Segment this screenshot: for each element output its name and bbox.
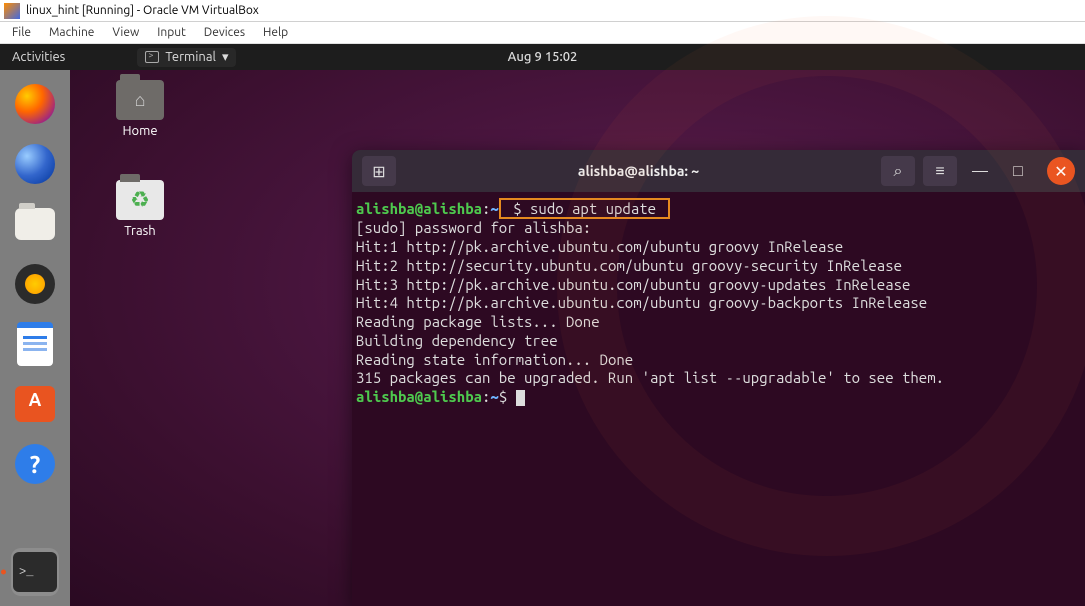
terminal-headerbar[interactable]: ⊞ alishba@alishba: ~ ⌕ ≡ — □ ✕ bbox=[352, 150, 1085, 192]
dock-writer[interactable] bbox=[11, 320, 59, 368]
virtualbox-logo-icon bbox=[4, 3, 20, 19]
prompt2-user: alishba@alishba bbox=[356, 388, 482, 405]
dock: ? >_ bbox=[0, 70, 70, 606]
menu-help[interactable]: Help bbox=[263, 26, 288, 39]
folder-icon: ⌂ bbox=[116, 80, 164, 120]
terminal-window: ⊞ alishba@alishba: ~ ⌕ ≡ — □ ✕ alishba@a… bbox=[352, 150, 1085, 606]
hamburger-menu-button[interactable]: ≡ bbox=[923, 156, 957, 186]
writer-icon bbox=[17, 322, 53, 366]
terminal-icon bbox=[145, 51, 159, 63]
rhythmbox-icon bbox=[15, 264, 55, 304]
files-icon bbox=[15, 208, 55, 240]
help-icon: ? bbox=[15, 444, 55, 484]
maximize-icon: □ bbox=[1013, 162, 1023, 181]
virtualbox-titlebar[interactable]: linux_hint [Running] - Oracle VM Virtual… bbox=[0, 0, 1085, 22]
term-line-6: Reading package lists... Done bbox=[356, 313, 600, 330]
minimize-button[interactable]: — bbox=[965, 156, 995, 186]
desktop-home-icon[interactable]: ⌂ Home bbox=[100, 80, 180, 138]
trash-icon: ♻ bbox=[116, 180, 164, 220]
prompt2-dollar: $ bbox=[499, 388, 507, 405]
term-line-7: Building dependency tree bbox=[356, 332, 558, 349]
desktop-home-label: Home bbox=[100, 124, 180, 138]
virtualbox-title: linux_hint [Running] - Oracle VM Virtual… bbox=[26, 4, 259, 17]
terminal-body[interactable]: alishba@alishba:~ $ sudo apt update [sud… bbox=[352, 192, 1085, 413]
highlighted-command: $ sudo apt update bbox=[499, 198, 671, 219]
close-button[interactable]: ✕ bbox=[1047, 157, 1075, 185]
menu-view[interactable]: View bbox=[112, 26, 139, 39]
term-line-8: Reading state information... Done bbox=[356, 351, 633, 368]
term-line-3: Hit:2 http://security.ubuntu.com/ubuntu … bbox=[356, 257, 902, 274]
thunderbird-icon bbox=[15, 144, 55, 184]
term-line-5: Hit:4 http://pk.archive.ubuntu.com/ubunt… bbox=[356, 294, 927, 311]
topbar-app-menu[interactable]: Terminal ▾ bbox=[137, 48, 236, 67]
terminal-title: alishba@alishba: ~ bbox=[404, 163, 873, 179]
new-tab-button[interactable]: ⊞ bbox=[362, 156, 396, 186]
prompt-user: alishba@alishba bbox=[356, 200, 482, 217]
dock-firefox[interactable] bbox=[11, 80, 59, 128]
close-icon: ✕ bbox=[1054, 162, 1067, 181]
search-icon: ⌕ bbox=[894, 162, 903, 181]
menu-file[interactable]: File bbox=[12, 26, 31, 39]
dock-files[interactable] bbox=[11, 200, 59, 248]
term-line-2: Hit:1 http://pk.archive.ubuntu.com/ubunt… bbox=[356, 238, 843, 255]
software-icon bbox=[15, 386, 55, 422]
dock-help[interactable]: ? bbox=[11, 440, 59, 488]
activities-button[interactable]: Activities bbox=[12, 50, 65, 64]
topbar-app-label: Terminal bbox=[165, 50, 216, 64]
dock-terminal[interactable]: >_ bbox=[11, 548, 59, 596]
home-glyph-icon: ⌂ bbox=[135, 90, 146, 111]
menu-input[interactable]: Input bbox=[157, 26, 186, 39]
maximize-button[interactable]: □ bbox=[1003, 156, 1033, 186]
desktop[interactable]: ⌂ Home ♻ Trash ⊞ alishba@alishba: ~ ⌕ ≡ … bbox=[70, 70, 1085, 606]
term-line-4: Hit:3 http://pk.archive.ubuntu.com/ubunt… bbox=[356, 276, 910, 293]
desktop-trash-label: Trash bbox=[100, 224, 180, 238]
prompt-path: ~ bbox=[490, 200, 498, 217]
desktop-trash-icon[interactable]: ♻ Trash bbox=[100, 180, 180, 238]
dock-software[interactable] bbox=[11, 380, 59, 428]
term-line-9: 315 packages can be upgraded. Run 'apt l… bbox=[356, 369, 944, 386]
term-line-1: [sudo] password for alishba: bbox=[356, 219, 591, 236]
minimize-icon: — bbox=[972, 162, 988, 180]
recycle-glyph-icon: ♻ bbox=[130, 187, 150, 213]
cursor bbox=[516, 390, 525, 406]
terminal-dock-icon: >_ bbox=[13, 552, 57, 592]
menu-machine[interactable]: Machine bbox=[49, 26, 94, 39]
vm-screen: Activities Terminal ▾ Aug 9 15:02 ? >_ ⌂… bbox=[0, 44, 1085, 606]
dock-thunderbird[interactable] bbox=[11, 140, 59, 188]
topbar-datetime[interactable]: Aug 9 15:02 bbox=[508, 50, 578, 64]
new-tab-icon: ⊞ bbox=[372, 162, 385, 181]
chevron-down-icon: ▾ bbox=[222, 50, 229, 65]
hamburger-icon: ≡ bbox=[935, 162, 944, 181]
menu-devices[interactable]: Devices bbox=[204, 26, 245, 39]
search-button[interactable]: ⌕ bbox=[881, 156, 915, 186]
prompt2-path: ~ bbox=[490, 388, 498, 405]
firefox-icon bbox=[15, 84, 55, 124]
dock-rhythmbox[interactable] bbox=[11, 260, 59, 308]
